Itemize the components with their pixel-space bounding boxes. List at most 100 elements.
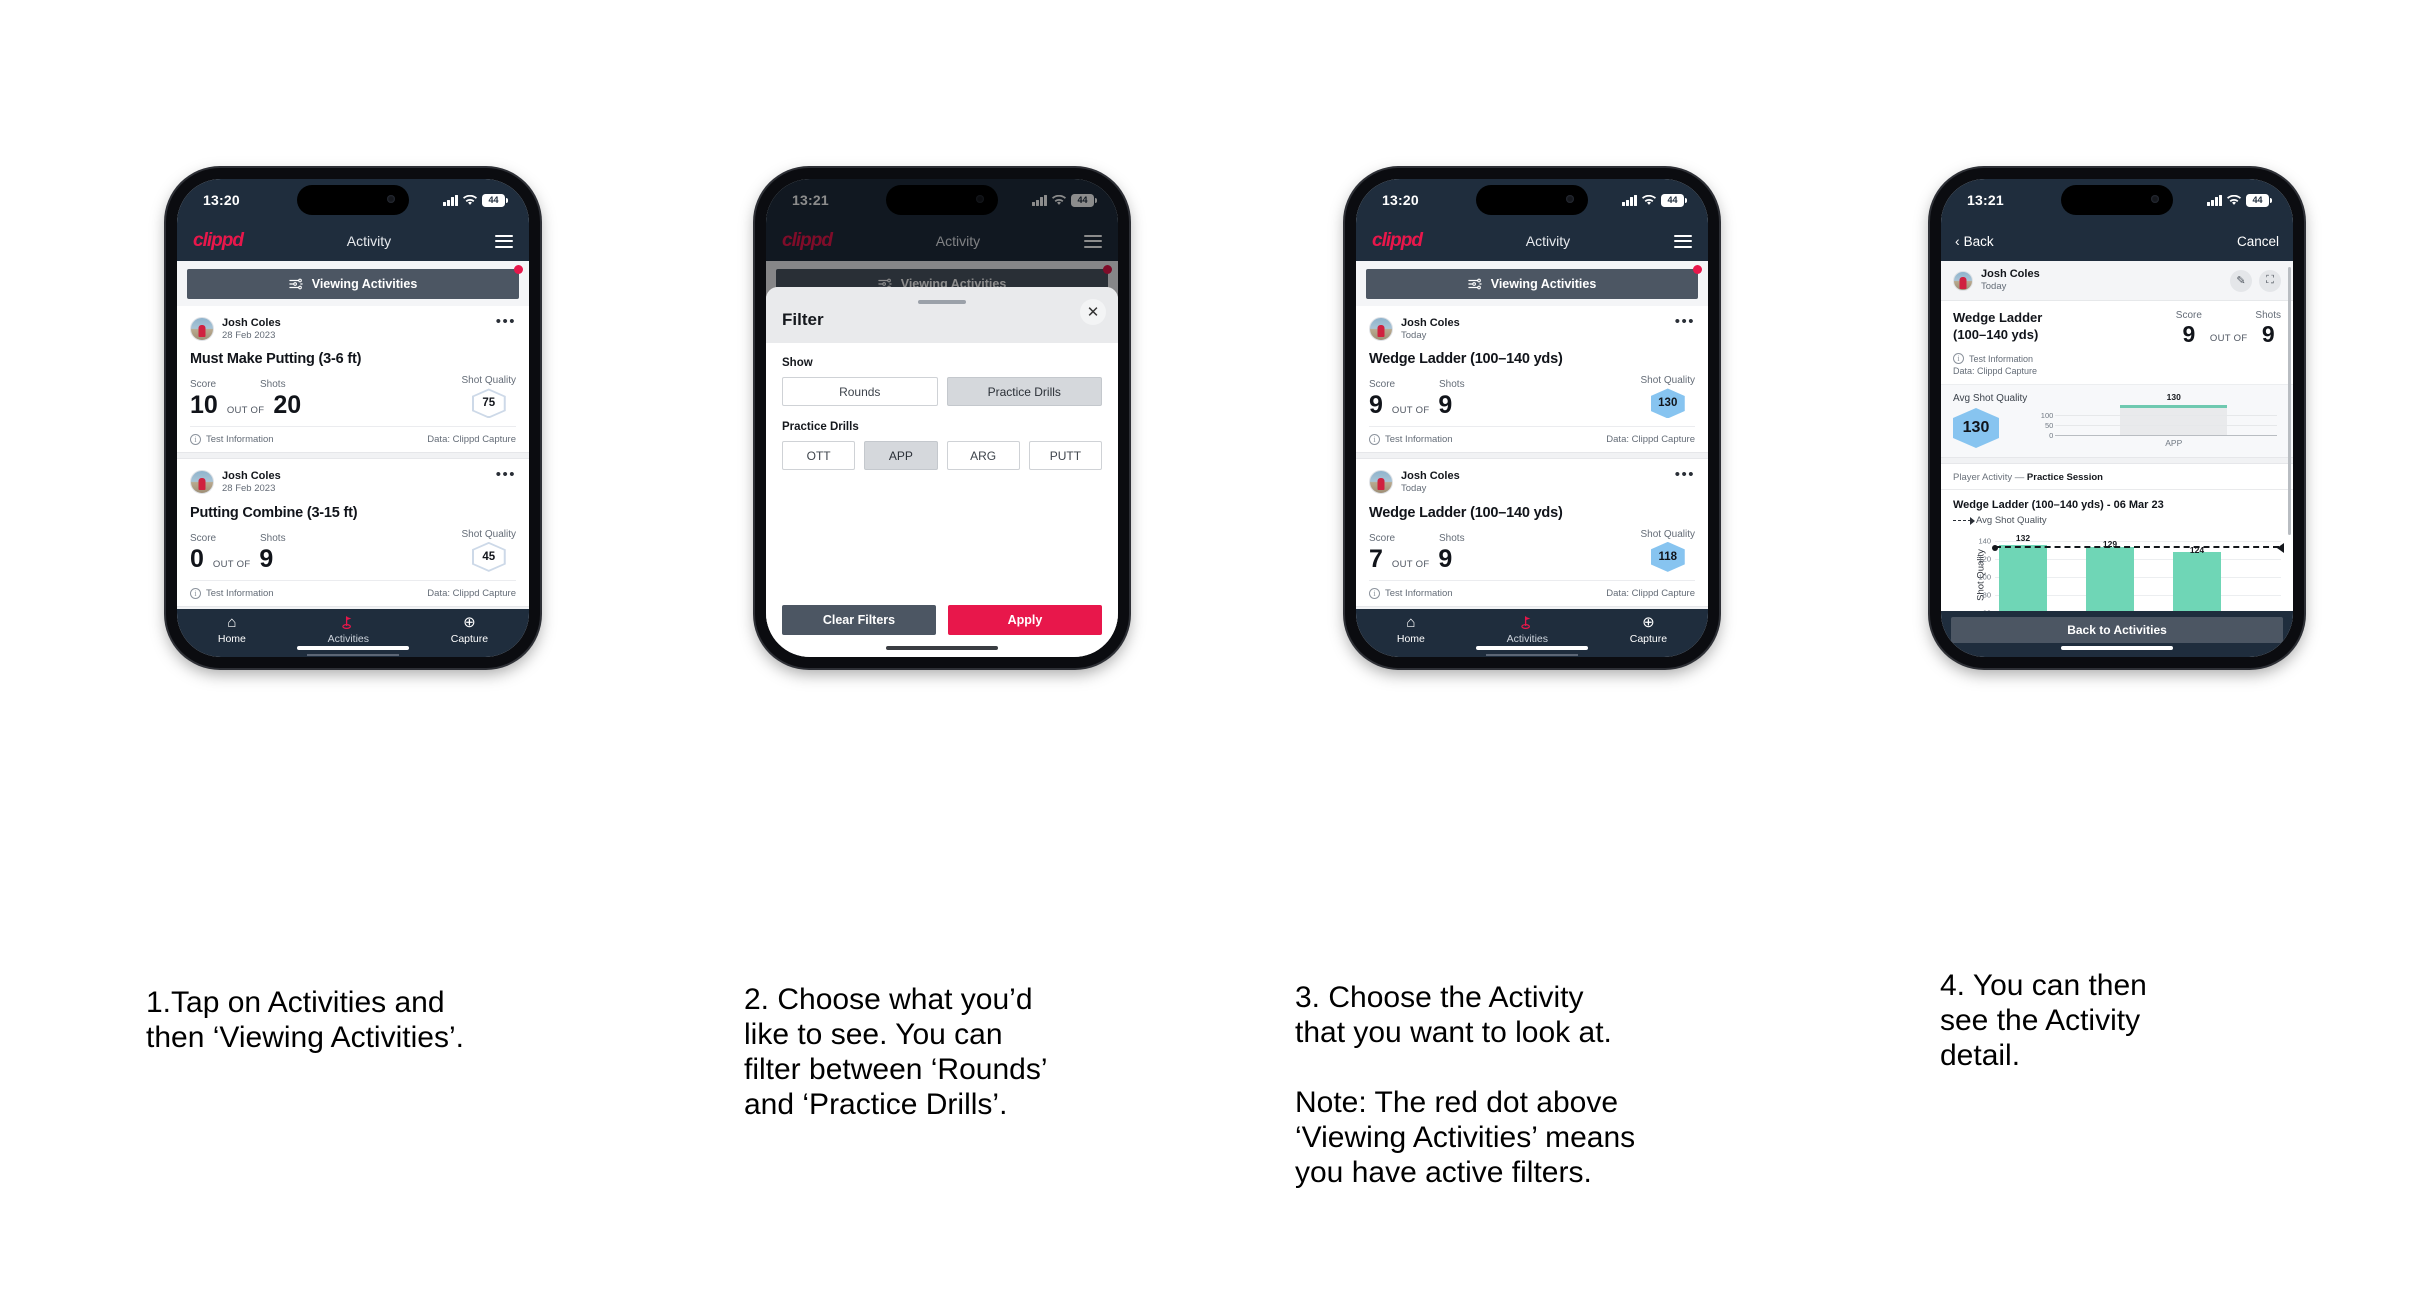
- practice-drills-group-label: Practice Drills: [782, 421, 859, 433]
- shot-quality: Shot Quality 130: [1641, 375, 1695, 419]
- clippd-logo[interactable]: clippd: [193, 230, 244, 252]
- card-stats: Score Shots 7 OUT OF 9 Shot Quality 118: [1369, 529, 1695, 572]
- pencil-icon[interactable]: ✎: [2230, 269, 2252, 292]
- tab-active-indicator: [307, 654, 399, 656]
- shots-value: 9: [1438, 391, 1453, 420]
- activity-feed[interactable]: Josh Coles 28 Feb 2023 ••• Must Make Put…: [177, 306, 529, 609]
- ytick-80: 80: [1982, 590, 1991, 600]
- card-stats: Score Shots 0 OUT OF 9 Shot Quality 45: [190, 529, 516, 572]
- activity-card[interactable]: Josh Coles Today ••• Wedge Ladder (100–1…: [1356, 459, 1708, 606]
- dynamic-island: [1476, 185, 1588, 215]
- tab-activities[interactable]: Activities: [1507, 615, 1548, 645]
- info-icon: i: [1953, 353, 1964, 365]
- card-menu-icon[interactable]: •••: [496, 314, 516, 329]
- activity-card[interactable]: Josh Coles 28 Feb 2023 ••• Putting Combi…: [177, 459, 529, 606]
- filter-zone: Viewing Activities: [177, 261, 529, 306]
- home-indicator: [297, 646, 409, 650]
- phone-2: 13:21 44 clippd Activity Viewing Activit…: [755, 168, 1129, 668]
- card-menu-icon[interactable]: •••: [1675, 467, 1695, 482]
- avatar: [1369, 317, 1393, 341]
- ytick-50: 50: [2044, 421, 2054, 431]
- caption-step-3: 3. Choose the Activity that you want to …: [1295, 981, 1636, 1190]
- card-menu-icon[interactable]: •••: [1675, 314, 1695, 329]
- avg-shot-quality-hex: 130: [1953, 407, 1999, 448]
- viewing-activities-button[interactable]: Viewing Activities: [187, 265, 523, 299]
- activity-title: Wedge Ladder (100–140 yds): [1369, 504, 1563, 521]
- card-header: Josh Coles 28 Feb 2023 •••: [190, 314, 516, 342]
- tab-activities[interactable]: Activities: [328, 615, 369, 645]
- shots-value: 9: [259, 544, 274, 573]
- close-icon[interactable]: ✕: [1080, 299, 1106, 325]
- detail-score: Score 9: [2176, 310, 2202, 347]
- filter-sheet: Filter ✕ Show Rounds Practice Drills Pra…: [766, 287, 1118, 657]
- session-chart: Wedge Ladder (100–140 yds) - 06 Mar 23 A…: [1941, 490, 2293, 611]
- menu-icon[interactable]: [494, 234, 513, 248]
- data-source-label: Data: Clippd Capture: [1606, 587, 1695, 599]
- filter-option-arg[interactable]: ARG: [946, 441, 1020, 470]
- shot-quality-hex: 45: [471, 541, 506, 572]
- shots-label: Shots: [2255, 310, 2281, 322]
- card-divider: [1356, 452, 1708, 460]
- session-chart-legend: Avg Shot Quality: [1953, 515, 2281, 526]
- viewing-activities-button[interactable]: Viewing Activities: [1366, 265, 1702, 299]
- bar-2: [2086, 547, 2134, 611]
- player-activity-prefix: Player Activity —: [1953, 472, 2027, 484]
- score-value: 7: [1369, 544, 1383, 573]
- out-of-label: OUT OF: [1391, 405, 1430, 417]
- activity-card[interactable]: Josh Coles Today ••• Wedge Ladder (100–1…: [1356, 306, 1708, 453]
- sheet-grabber[interactable]: [918, 300, 966, 304]
- caption-step-4: 4. You can then see the Activity detail.: [1940, 969, 2147, 1073]
- test-information-label: Test Information: [1385, 434, 1453, 446]
- back-to-activities-button[interactable]: Back to Activities: [1951, 617, 2283, 643]
- bar-value-2: 129: [2102, 539, 2118, 550]
- clear-filters-button[interactable]: Clear Filters: [782, 605, 936, 635]
- axis-zero: [2055, 435, 2277, 437]
- viewing-activities-label: Viewing Activities: [1490, 277, 1597, 291]
- card-footer: i Test Information Data: Clippd Capture: [1369, 426, 1695, 452]
- tab-capture-label: Capture: [1629, 633, 1668, 645]
- clippd-logo[interactable]: clippd: [1372, 230, 1423, 252]
- status-time: 13:21: [1967, 192, 2004, 208]
- status-indicators: 44: [1622, 193, 1687, 207]
- card-divider: [177, 452, 529, 460]
- tab-home-label: Home: [217, 633, 246, 645]
- tab-capture-label: Capture: [450, 633, 489, 645]
- status-indicators: 44: [2207, 193, 2272, 207]
- xtick-app: APP: [2165, 438, 2183, 449]
- legend-label: Avg Shot Quality: [1976, 515, 2047, 527]
- filter-option-rounds[interactable]: Rounds: [782, 377, 938, 406]
- filter-option-ott[interactable]: OTT: [782, 441, 856, 470]
- activity-detail[interactable]: Josh Coles Today ✎ ⛶ Wedge Ladder (100–1…: [1941, 261, 2293, 611]
- tab-home[interactable]: ⌂ Home: [1397, 615, 1425, 645]
- expand-icon[interactable]: ⛶: [2259, 269, 2281, 292]
- user-name: Josh Coles: [1401, 470, 1460, 483]
- shot-quality-value: 45: [473, 543, 504, 570]
- score-value: 0: [190, 544, 204, 573]
- home-icon: ⌂: [1406, 614, 1416, 631]
- plus-circle-icon: ⊕: [463, 614, 476, 631]
- back-button[interactable]: ‹ Back: [1955, 233, 1994, 249]
- tab-capture[interactable]: ⊕ Capture: [451, 615, 488, 645]
- filter-option-practice-drills[interactable]: Practice Drills: [946, 377, 1102, 406]
- filter-option-app[interactable]: APP: [864, 441, 938, 470]
- app-bar: clippd Activity: [177, 221, 529, 261]
- apply-button[interactable]: Apply: [948, 605, 1102, 635]
- wifi-icon: [463, 194, 477, 205]
- card-menu-icon[interactable]: •••: [496, 467, 516, 482]
- activity-card[interactable]: Josh Coles 28 Feb 2023 ••• Must Make Put…: [177, 306, 529, 453]
- tab-home[interactable]: ⌂ Home: [218, 615, 246, 645]
- out-of-label: OUT OF: [212, 558, 251, 570]
- card-header: Josh Coles Today •••: [1369, 314, 1695, 342]
- detail-user-row: Josh Coles Today ✎ ⛶: [1941, 261, 2293, 302]
- filter-option-putt[interactable]: PUTT: [1028, 441, 1102, 470]
- caption-step-1: 1.Tap on Activities and then ‘Viewing Ac…: [146, 986, 464, 1055]
- plus-circle-icon: ⊕: [1642, 614, 1655, 631]
- cancel-button[interactable]: Cancel: [2237, 234, 2279, 249]
- tab-capture[interactable]: ⊕ Capture: [1630, 615, 1667, 645]
- menu-icon[interactable]: [1673, 234, 1692, 248]
- activity-feed[interactable]: Josh Coles Today ••• Wedge Ladder (100–1…: [1356, 306, 1708, 609]
- phone-2-screen: 13:21 44 clippd Activity Viewing Activit…: [766, 179, 1118, 657]
- shot-quality-value: 75: [473, 390, 504, 417]
- bottom-tab-bar: ⌂ Home Activities ⊕ Capture: [177, 609, 529, 657]
- wifi-icon: [2227, 194, 2241, 205]
